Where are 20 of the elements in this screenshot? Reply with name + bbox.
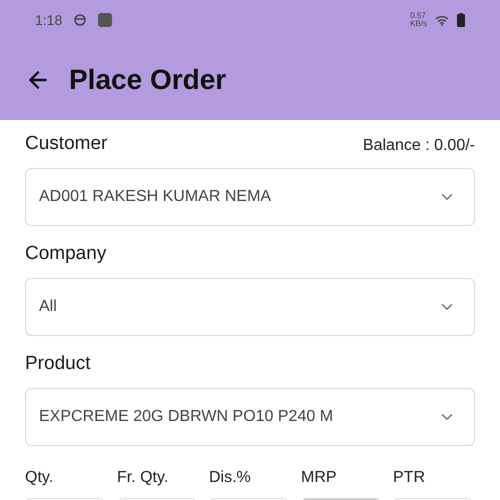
battery-icon [457, 13, 465, 27]
field-label: PTR [393, 468, 426, 488]
balance-text: Balance : 0.00/- [362, 136, 475, 156]
network-speed: 0.57 [410, 12, 427, 20]
app-icon [98, 13, 112, 27]
wifi-icon [435, 14, 449, 26]
dropdown-field[interactable]: AD001 RAKESH KUMAR NEMA [25, 168, 475, 226]
field-label: MRP [301, 468, 338, 488]
field-label: Dis.% [209, 468, 252, 488]
status-time: 1:18 [35, 10, 62, 30]
network-unit: KB/s [410, 20, 427, 28]
field-label: Product [25, 352, 90, 376]
field-label: Company [25, 242, 106, 266]
field-label: Qty. [25, 468, 54, 488]
notification-icon [74, 14, 86, 26]
dropdown-field[interactable]: All [25, 278, 475, 336]
field-label: Customer [25, 132, 108, 156]
page-title: Place Order [69, 63, 226, 97]
field-label: Fr. Qty. [117, 468, 170, 488]
dropdown-field[interactable]: EXPCREME 20G DBRWN PO10 P240 M [25, 388, 475, 446]
